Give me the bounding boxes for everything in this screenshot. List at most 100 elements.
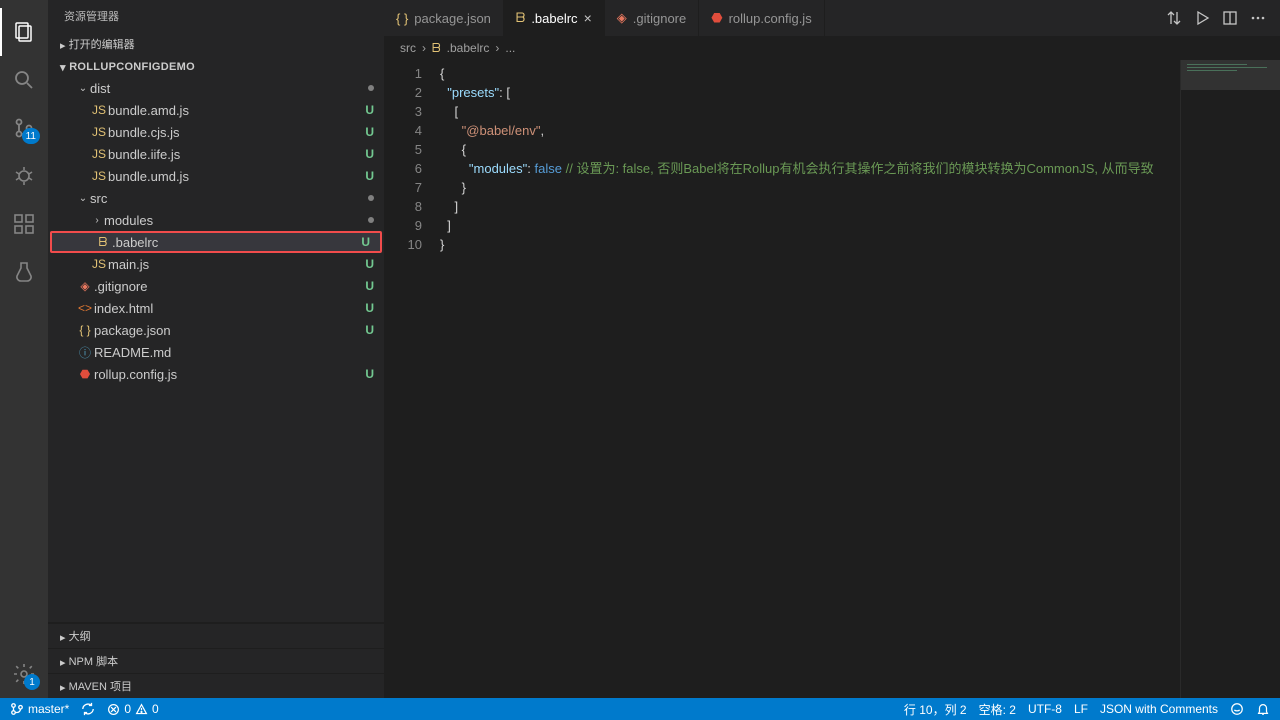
folder-src[interactable]: ⌄src	[48, 187, 384, 209]
explorer-icon[interactable]	[0, 8, 48, 56]
minimap[interactable]	[1180, 60, 1280, 698]
compare-icon[interactable]	[1166, 10, 1182, 26]
split-icon[interactable]	[1222, 10, 1238, 26]
babel-file-icon: ᗷ	[432, 41, 441, 56]
tab-rollup.config.js[interactable]: ⬣ rollup.config.js	[699, 0, 824, 36]
breadcrumb-part[interactable]: .babelrc	[447, 41, 490, 55]
file-README.md[interactable]: ⓘREADME.md	[48, 341, 384, 363]
tab-.gitignore[interactable]: ◈.gitignore	[605, 0, 699, 36]
git-file-icon: ◈	[76, 279, 94, 293]
code-line[interactable]: [	[440, 102, 1280, 121]
js-file-icon: JS	[90, 147, 108, 161]
chevron-right-icon: ›	[495, 41, 499, 55]
code-line[interactable]: "@babel/env",	[440, 121, 1280, 140]
file-label: .babelrc	[112, 235, 361, 250]
code-line[interactable]: }	[440, 178, 1280, 197]
status-eol[interactable]: LF	[1074, 702, 1088, 716]
code-line[interactable]: {	[440, 140, 1280, 159]
file-label: README.md	[94, 345, 374, 360]
npm-scripts-section[interactable]: ▸ NPM 脚本	[48, 648, 384, 673]
open-editors-section[interactable]: ▸ 打开的编辑器	[48, 32, 384, 56]
run-icon[interactable]	[1194, 10, 1210, 26]
git-file-icon: ◈	[617, 10, 627, 26]
file-bundle.amd.js[interactable]: JSbundle.amd.jsU	[48, 99, 384, 121]
file-bundle.cjs.js[interactable]: JSbundle.cjs.jsU	[48, 121, 384, 143]
maven-section[interactable]: ▸ MAVEN 项目	[48, 673, 384, 698]
status-branch[interactable]: master*	[10, 702, 69, 716]
sidebar: 资源管理器 ▸ 打开的编辑器 ▾ ROLLUPCONFIGDEMO ⌄distJ…	[48, 0, 384, 698]
source-control-icon[interactable]: 11	[0, 104, 48, 152]
file-main.js[interactable]: JSmain.jsU	[48, 253, 384, 275]
file-label: .gitignore	[94, 279, 365, 294]
file-rollup.config.js[interactable]: ⬣rollup.config.jsU	[48, 363, 384, 385]
json-file-icon: { }	[76, 323, 94, 337]
js-file-icon: JS	[90, 169, 108, 183]
breadcrumb[interactable]: src › ᗷ .babelrc ›...	[384, 36, 1280, 60]
outline-section[interactable]: ▸ 大纲	[48, 623, 384, 648]
file-bundle.iife.js[interactable]: JSbundle.iife.jsU	[48, 143, 384, 165]
file-label: bundle.umd.js	[108, 169, 365, 184]
status-linecol[interactable]: 行 10，列 2	[904, 701, 967, 718]
status-lang[interactable]: JSON with Comments	[1100, 702, 1218, 716]
git-status-untracked: U	[365, 257, 374, 271]
search-icon[interactable]	[0, 56, 48, 104]
git-status-untracked: U	[365, 301, 374, 315]
rollup-file-icon: ⬣	[76, 367, 94, 381]
chevron-right-icon: ›	[422, 41, 426, 55]
code-line[interactable]: "presets": [	[440, 83, 1280, 102]
file-.babelrc[interactable]: ᗷ.babelrcU	[50, 231, 382, 253]
status-spaces[interactable]: 空格: 2	[979, 701, 1016, 718]
folder-label: modules	[104, 213, 368, 228]
folder-label: src	[90, 191, 368, 206]
editor[interactable]: { "presets": [ [ "@babel/env", { "module…	[434, 60, 1280, 698]
git-status-dot	[368, 217, 374, 223]
gear-icon[interactable]: 1	[0, 650, 48, 698]
close-icon[interactable]: ×	[584, 10, 592, 26]
babel-file-icon: ᗷ	[94, 235, 112, 250]
breadcrumb-part[interactable]: ...	[505, 41, 515, 55]
file-index.html[interactable]: <>index.htmlU	[48, 297, 384, 319]
code-line[interactable]: {	[440, 64, 1280, 83]
tab-label: rollup.config.js	[729, 11, 812, 26]
file-label: package.json	[94, 323, 365, 338]
file-.gitignore[interactable]: ◈.gitignoreU	[48, 275, 384, 297]
test-icon[interactable]	[0, 248, 48, 296]
status-bell-icon[interactable]	[1256, 702, 1270, 716]
code-line[interactable]: }	[440, 235, 1280, 254]
file-label: bundle.amd.js	[108, 103, 365, 118]
git-status-untracked: U	[365, 279, 374, 293]
gear-badge: 1	[24, 674, 40, 690]
js-file-icon: JS	[90, 257, 108, 271]
chevron-down-icon: ⌄	[76, 83, 90, 94]
git-status-untracked: U	[361, 235, 370, 249]
extensions-icon[interactable]	[0, 200, 48, 248]
project-root[interactable]: ▾ ROLLUPCONFIGDEMO	[48, 56, 384, 77]
js-file-icon: JS	[90, 125, 108, 139]
file-package.json[interactable]: { }package.jsonU	[48, 319, 384, 341]
md-file-icon: ⓘ	[76, 344, 94, 361]
html-file-icon: <>	[76, 301, 94, 315]
code-line[interactable]: ]	[440, 216, 1280, 235]
code-line[interactable]: "modules": false // 设置为: false, 否则Babel将…	[440, 159, 1280, 178]
file-label: main.js	[108, 257, 365, 272]
tabs: { }package.jsonᗷ.babelrc×◈.gitignore ⬣ rol…	[384, 0, 1280, 36]
code-line[interactable]: ]	[440, 197, 1280, 216]
file-label: bundle.iife.js	[108, 147, 365, 162]
sidebar-title: 资源管理器	[48, 0, 384, 32]
git-status-dot	[368, 195, 374, 201]
status-sync[interactable]	[81, 702, 95, 716]
status-bar: master* 0 0 行 10，列 2 空格: 2 UTF-8 LF JSON…	[0, 698, 1280, 720]
tab-.babelrc[interactable]: ᗷ.babelrc×	[504, 0, 605, 36]
folder-modules[interactable]: ›modules	[48, 209, 384, 231]
more-icon[interactable]	[1250, 10, 1266, 26]
breadcrumb-part[interactable]: src	[400, 41, 416, 55]
babel-file-icon: ᗷ	[516, 10, 525, 26]
status-encoding[interactable]: UTF-8	[1028, 702, 1062, 716]
rollup-file-icon: ⬣	[711, 10, 722, 26]
tab-package.json[interactable]: { }package.json	[384, 0, 504, 36]
file-bundle.umd.js[interactable]: JSbundle.umd.jsU	[48, 165, 384, 187]
folder-dist[interactable]: ⌄dist	[48, 77, 384, 99]
status-feedback-icon[interactable]	[1230, 702, 1244, 716]
debug-icon[interactable]	[0, 152, 48, 200]
status-problems[interactable]: 0 0	[107, 702, 158, 716]
